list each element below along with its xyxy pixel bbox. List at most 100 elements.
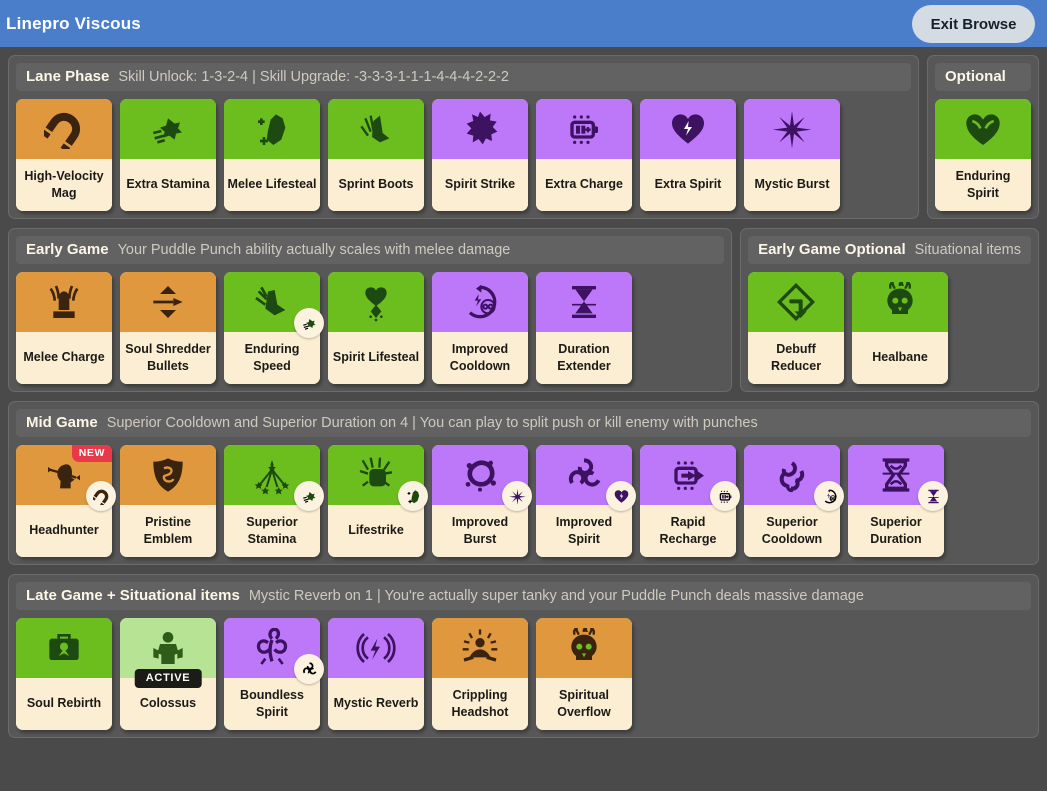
item-card[interactable]: Melee Lifesteal: [224, 99, 320, 211]
item-name: Debuff Reducer: [748, 332, 845, 384]
item-card[interactable]: Spirit Strike: [432, 99, 528, 211]
component-badge: [710, 481, 740, 511]
item-card[interactable]: Debuff Reducer: [748, 272, 845, 384]
item-card[interactable]: Spiritual Overflow: [536, 618, 632, 730]
section-header: Lane Phase Skill Unlock: 1-3-2-4 | Skill …: [16, 63, 911, 91]
item-name: Improved Cooldown: [432, 332, 528, 384]
item-card[interactable]: Mystic Burst: [744, 99, 840, 211]
item-art: [328, 272, 424, 332]
item-card[interactable]: Enduring Spirit: [935, 99, 1031, 211]
flaming-skull-icon: [880, 282, 920, 322]
item-name: Rapid Recharge: [640, 505, 736, 557]
item-name: Soul Shredder Bullets: [120, 332, 216, 384]
item-name: Lifestrike: [328, 505, 424, 557]
item-card-list: High-Velocity Mag Extra Stamina Melee Life…: [16, 99, 911, 211]
item-card[interactable]: Extra Spirit: [640, 99, 736, 211]
section-header: Optional: [935, 63, 1031, 91]
item-name: High-Velocity Mag: [16, 159, 112, 211]
component-badge: [86, 481, 116, 511]
item-card[interactable]: NEW Headhunter: [16, 445, 116, 557]
heart-wings-icon: [963, 109, 1003, 149]
section-band-mid-game: Mid Game Superior Cooldown and Superior D…: [8, 401, 1039, 565]
item-card[interactable]: Superior Stamina: [224, 445, 324, 557]
shield-swirl-icon: [148, 455, 188, 495]
item-card[interactable]: Improved Cooldown: [432, 272, 528, 384]
item-card[interactable]: Soul Shredder Bullets: [120, 272, 216, 384]
item-art: [224, 272, 324, 338]
new-flag: NEW: [71, 445, 112, 462]
item-card[interactable]: Soul Rebirth: [16, 618, 112, 730]
impact-fist-icon: [356, 455, 396, 495]
exit-browse-button[interactable]: Exit Browse: [912, 5, 1035, 43]
item-card[interactable]: Pristine Emblem: [120, 445, 216, 557]
section-title: Early Game Optional: [758, 241, 906, 258]
item-card[interactable]: Extra Charge: [536, 99, 632, 211]
item-card[interactable]: Enduring Speed: [224, 272, 324, 384]
item-card-list: Enduring Spirit: [935, 99, 1031, 211]
item-card[interactable]: High-Velocity Mag: [16, 99, 112, 211]
ornate-hourglass-icon: [876, 455, 916, 495]
item-card[interactable]: Superior Cooldown: [744, 445, 844, 557]
starburst-icon: [772, 109, 812, 149]
active-badge: ACTIVE: [134, 669, 202, 688]
build-page: Lane Phase Skill Unlock: 1-3-2-4 | Skill …: [0, 47, 1047, 738]
item-name: Spirit Lifesteal: [328, 332, 424, 384]
section-title: Mid Game: [26, 414, 98, 431]
item-art: [744, 99, 840, 159]
item-card[interactable]: Improved Spirit: [536, 445, 636, 557]
section-title: Optional: [945, 68, 1006, 85]
item-name: Duration Extender: [536, 332, 632, 384]
item-card[interactable]: Superior Duration: [848, 445, 948, 557]
item-card[interactable]: Improved Burst: [432, 445, 532, 557]
item-art: [536, 99, 632, 159]
item-art: [432, 618, 528, 678]
item-card[interactable]: ACTIVE Colossus: [120, 618, 216, 730]
triple-swirl-icon: [564, 455, 604, 495]
item-card[interactable]: Crippling Headshot: [432, 618, 528, 730]
section-panel-optional: Optional Enduring Spirit: [927, 55, 1039, 219]
item-card-list: Debuff Reducer Healbane: [748, 272, 1031, 384]
item-card[interactable]: Lifestrike: [328, 445, 428, 557]
item-card[interactable]: Mystic Reverb: [328, 618, 424, 730]
item-name: Soul Rebirth: [16, 678, 112, 730]
item-name: Enduring Spirit: [935, 159, 1031, 211]
item-art: [328, 618, 424, 678]
item-name: Melee Lifesteal: [224, 159, 320, 211]
section-panel-lane-phase: Lane Phase Skill Unlock: 1-3-2-4 | Skill …: [8, 55, 919, 219]
item-name: Mystic Reverb: [328, 678, 424, 730]
component-badge: [502, 481, 532, 511]
briefcase-soul-icon: [44, 628, 84, 668]
item-name: Boundless Spirit: [224, 678, 320, 730]
item-card[interactable]: Duration Extender: [536, 272, 632, 384]
tentacle-swirl-icon: [772, 455, 812, 495]
item-art: [640, 445, 740, 511]
item-art: [744, 445, 844, 511]
section-note: Skill Unlock: 1-3-2-4 | Skill Upgrade: -…: [118, 69, 509, 85]
item-card[interactable]: Extra Stamina: [120, 99, 216, 211]
item-card[interactable]: Sprint Boots: [328, 99, 424, 211]
item-name: Enduring Speed: [224, 332, 320, 384]
item-card[interactable]: Spirit Lifesteal: [328, 272, 424, 384]
item-card[interactable]: Melee Charge: [16, 272, 112, 384]
item-card[interactable]: Healbane: [852, 272, 949, 384]
component-badge: [294, 481, 324, 511]
section-note: Your Puddle Punch ability actually scale…: [117, 242, 511, 258]
item-art: [16, 618, 112, 678]
section-band-lane-phase: Lane Phase Skill Unlock: 1-3-2-4 | Skill …: [8, 55, 1039, 219]
item-name: Pristine Emblem: [120, 505, 216, 557]
item-card[interactable]: Boundless Spirit: [224, 618, 324, 730]
item-art: [640, 99, 736, 159]
bullet-arrows-icon: [148, 282, 188, 322]
item-art: [224, 618, 324, 684]
item-art: [16, 99, 112, 159]
section-title: Late Game + Situational items: [26, 587, 240, 604]
section-header: Mid Game Superior Cooldown and Superior D…: [16, 409, 1031, 437]
title-bar: Linepro Viscous Exit Browse: [0, 0, 1047, 47]
item-art: [224, 99, 320, 159]
section-band-late-game: Late Game + Situational items Mystic Reve…: [8, 574, 1039, 738]
item-name: Spiritual Overflow: [536, 678, 632, 730]
app-title: Linepro Viscous: [6, 13, 141, 33]
item-art: [120, 445, 216, 505]
item-card[interactable]: Rapid Recharge: [640, 445, 740, 557]
sprint-boot-icon: [356, 109, 396, 149]
